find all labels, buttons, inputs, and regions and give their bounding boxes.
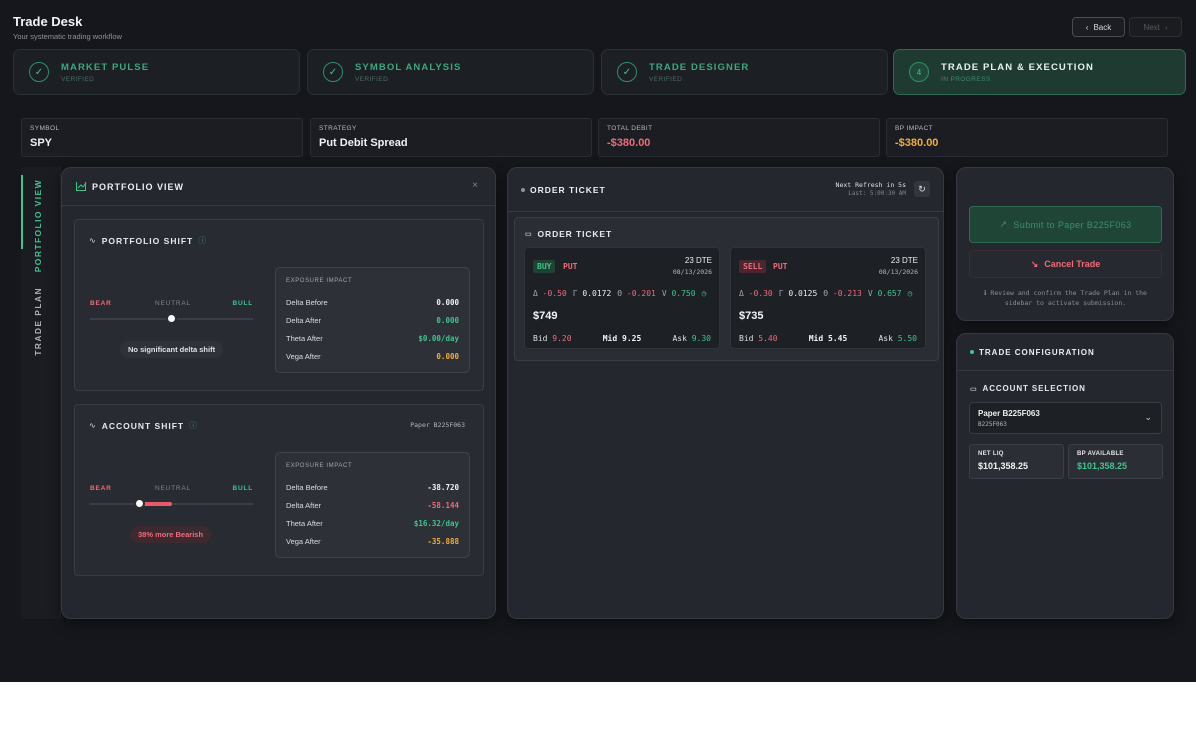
config-panel-title: TRADE CONFIGURATION [979, 347, 1095, 357]
order-panel-title: ORDER TICKET [530, 184, 606, 195]
check-icon: ✓ [617, 62, 637, 82]
info-icon[interactable]: ⓘ [198, 235, 207, 246]
exposure-row: Vega After 0.000 [286, 351, 459, 361]
clock-icon: ◷ [907, 289, 913, 298]
step-market-pulse[interactable]: ✓ MARKET PULSE VERIFIED [13, 49, 300, 95]
close-icon[interactable]: × [472, 180, 478, 191]
leg-price: $735 [739, 310, 764, 322]
cancel-trade-button[interactable]: ↘ Cancel Trade [969, 250, 1162, 278]
portfolio-chart-icon [76, 182, 87, 191]
check-icon: ✓ [29, 62, 49, 82]
portfolio-panel-title: PORTFOLIO VIEW [92, 181, 184, 192]
step-trade-designer[interactable]: ✓ TRADE DESIGNER VERIFIED [601, 49, 888, 95]
wallet-icon: ▭ [970, 385, 978, 393]
exposure-row: Vega After -35.888 [286, 536, 459, 546]
leg-type: PUT [563, 262, 578, 271]
leg-dte: 23 DTE [890, 256, 918, 265]
page-subtitle: Your systematic trading workflow [13, 32, 122, 41]
account-shift-pill: 38% more Bearish [130, 526, 212, 543]
chevron-down-icon: ⌄ [1144, 412, 1152, 422]
summary-total-debit: TOTAL DEBIT -$380.00 [598, 118, 880, 157]
status-dot-icon [521, 187, 525, 192]
chevron-right-icon: › [1164, 22, 1168, 32]
order-inner-title: ORDER TICKET [537, 229, 613, 239]
leg-type: PUT [773, 262, 788, 271]
leg-greeks: Δ -0.30 Γ 0.0125 Θ -0.213 V 0.657 ◷ [739, 289, 913, 298]
activity-icon: ∿ [89, 421, 97, 430]
portfolio-shift-title: ∿ PORTFOLIO SHIFT ⓘ [89, 235, 208, 246]
exposure-row: Delta Before -38.720 [286, 482, 459, 492]
config-panel-header: TRADE CONFIGURATION [957, 334, 1173, 371]
vertical-tab-bar: PORTFOLIO VIEW TRADE PLAN [21, 167, 61, 619]
tab-trade-plan[interactable]: TRADE PLAN [33, 287, 43, 356]
account-selection-title: ACCOUNT SELECTION [982, 384, 1086, 393]
page-title: Trade Desk [13, 14, 83, 29]
trending-down-icon: ↘ [1030, 258, 1039, 269]
leg-side-badge: SELL [739, 260, 767, 273]
account-exposure-impact: EXPOSURE IMPACT Delta Before -38.720 Delt… [275, 452, 470, 558]
refresh-countdown: Next Refresh in 5s [835, 181, 906, 189]
portfolio-shift-marker [166, 313, 177, 324]
portfolio-shift-pill: No significant delta shift [120, 341, 224, 358]
leg-expiry: 08/13/2026 [672, 268, 712, 276]
account-select[interactable]: Paper B225F063 B225F063 ⌄ [969, 402, 1162, 434]
leg-side-badge: BUY [533, 260, 556, 273]
leg-quote: Bid 5.40 Mid 5.45 Ask 5.50 [739, 334, 917, 343]
order-leg-buy: BUY PUT 23 DTE 08/13/2026 Δ -0.50 Γ 0.01… [524, 247, 720, 349]
clock-icon: ◷ [701, 289, 707, 298]
exposure-row: Theta After $16.32/day [286, 518, 459, 528]
trade-actions-panel: ↗ Submit to Paper B225F063 ↘ Cancel Trad… [956, 167, 1174, 321]
portfolio-shift-card: ∿ PORTFOLIO SHIFT ⓘ BEAR NEUTRAL BULL No… [74, 219, 484, 391]
leg-quote: Bid 9.20 Mid 9.25 Ask 9.30 [533, 334, 711, 343]
last-refresh: Last: 5:00:30 AM [848, 190, 906, 197]
leg-expiry: 08/13/2026 [878, 268, 918, 276]
submission-note: ℹ Review and confirm the Trade Plan in t… [984, 289, 1147, 307]
order-panel-header: ORDER TICKET Next Refresh in 5s Last: 5:… [508, 168, 943, 212]
exposure-row: Delta Before 0.000 [286, 297, 459, 307]
step-number: 4 [909, 62, 929, 82]
info-icon[interactable]: ⓘ [189, 420, 198, 431]
active-tab-indicator [21, 175, 23, 249]
account-shift-title: ∿ ACCOUNT SHIFT ⓘ [89, 420, 199, 431]
step-trade-plan-execution[interactable]: 4 TRADE PLAN & EXECUTION IN PROGRESS [893, 49, 1186, 95]
ticket-icon: ▭ [525, 231, 533, 238]
trade-configuration-panel: TRADE CONFIGURATION ▭ ACCOUNT SELECTION … [956, 333, 1174, 619]
status-dot-icon [970, 350, 974, 354]
refresh-icon[interactable]: ↻ [914, 181, 930, 197]
tab-portfolio-view[interactable]: PORTFOLIO VIEW [33, 179, 43, 272]
bp-available-card: BP AVAILABLE $101,358.25 [1068, 444, 1163, 479]
account-shift-card: ∿ ACCOUNT SHIFT ⓘ Paper B225F063 BEAR NE… [74, 404, 484, 576]
summary-bp-impact: BP IMPACT -$380.00 [886, 118, 1168, 157]
back-button[interactable]: ‹ Back [1072, 17, 1125, 37]
next-button[interactable]: Next › [1129, 17, 1182, 37]
portfolio-view-panel: PORTFOLIO VIEW × ∿ PORTFOLIO SHIFT ⓘ BEA… [61, 167, 496, 619]
exposure-row: Delta After -58.144 [286, 500, 459, 510]
summary-strategy: STRATEGY Put Debit Spread [310, 118, 592, 157]
step-symbol-analysis[interactable]: ✓ SYMBOL ANALYSIS VERIFIED [307, 49, 594, 95]
leg-greeks: Δ -0.50 Γ 0.0172 Θ -0.201 V 0.750 ◷ [533, 289, 707, 298]
submit-trade-button[interactable]: ↗ Submit to Paper B225F063 [969, 206, 1162, 243]
summary-symbol: SYMBOL SPY [21, 118, 303, 157]
portfolio-panel-header: PORTFOLIO VIEW × [62, 168, 495, 206]
exposure-row: Theta After $0.00/day [286, 333, 459, 343]
app-window: Trade Desk Your systematic trading workf… [0, 0, 1196, 682]
net-liq-card: NET LIQ $101,358.25 [969, 444, 1064, 479]
account-shift-account: Paper B225F063 [410, 421, 465, 429]
order-ticket-panel: ORDER TICKET Next Refresh in 5s Last: 5:… [507, 167, 944, 619]
exposure-row: Delta After 0.000 [286, 315, 459, 325]
trending-up-icon: ↗ [999, 219, 1008, 229]
activity-icon: ∿ [89, 236, 97, 245]
leg-price: $749 [533, 310, 558, 322]
order-leg-sell: SELL PUT 23 DTE 08/13/2026 Δ -0.30 Γ 0.0… [730, 247, 926, 349]
portfolio-exposure-impact: EXPOSURE IMPACT Delta Before 0.000 Delta … [275, 267, 470, 373]
chevron-left-icon: ‹ [1085, 22, 1089, 32]
leg-dte: 23 DTE [684, 256, 712, 265]
check-icon: ✓ [323, 62, 343, 82]
account-shift-marker [134, 498, 145, 509]
